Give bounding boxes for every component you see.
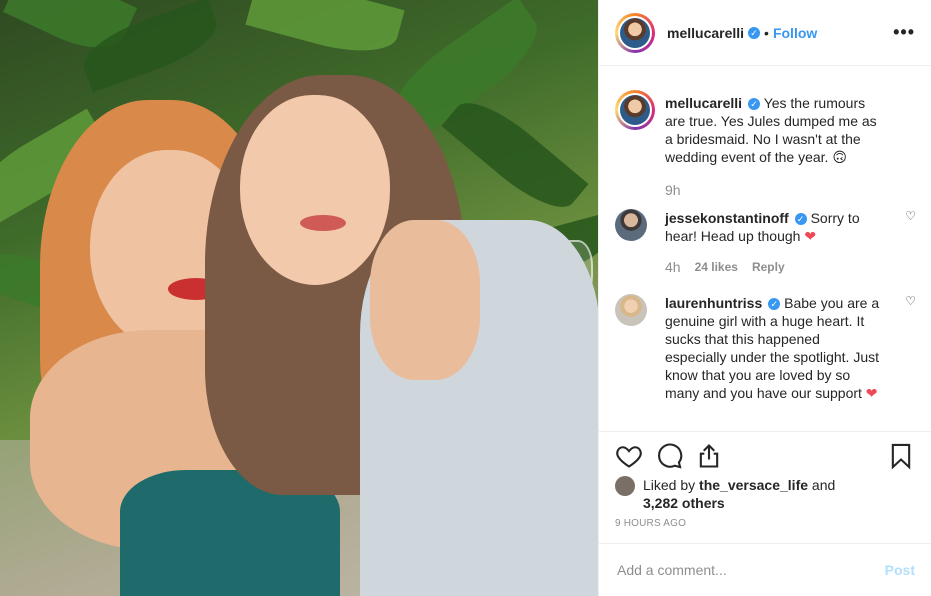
verified-badge-icon: ✓: [748, 26, 761, 39]
comment-username[interactable]: laurenhuntriss: [665, 295, 762, 311]
post-side-panel: mellucarelli ✓ • Follow ••• mellucarelli…: [598, 0, 931, 596]
caption-username[interactable]: mellucarelli: [665, 95, 742, 111]
heart-icon[interactable]: [615, 442, 643, 470]
liked-by-others[interactable]: 3,282 others: [643, 495, 725, 511]
reply-button[interactable]: Reply: [752, 258, 785, 276]
post-header: mellucarelli ✓ • Follow •••: [599, 0, 931, 66]
share-icon[interactable]: [695, 442, 723, 470]
liked-by-user[interactable]: the_versace_life: [699, 477, 808, 493]
liker-avatar[interactable]: [615, 476, 635, 496]
liked-by-prefix: Liked by: [643, 477, 696, 493]
more-options-icon[interactable]: •••: [893, 22, 915, 43]
likes-summary: Liked by the_versace_life and 3,282 othe…: [615, 476, 915, 512]
like-comment-heart-icon[interactable]: ♡: [905, 209, 916, 223]
caption-avatar[interactable]: [615, 90, 655, 130]
verified-badge-icon: ✓: [794, 213, 807, 225]
comment-item: laurenhuntriss ✓ Babe you are a genuine g…: [615, 294, 916, 402]
comment-avatar[interactable]: [615, 209, 647, 241]
author-username[interactable]: mellucarelli: [667, 25, 744, 41]
comment-time[interactable]: 4h: [665, 258, 681, 276]
liked-by-and: and: [811, 477, 836, 493]
comment-icon[interactable]: [655, 442, 683, 470]
comment-likes[interactable]: 24 likes: [695, 258, 738, 276]
add-comment-bar: Post: [599, 543, 931, 596]
comment-avatar[interactable]: [615, 294, 647, 326]
red-heart-emoji: ❤: [804, 228, 817, 244]
post-photo[interactable]: [0, 0, 598, 596]
comment-username[interactable]: jessekonstantinoff: [665, 210, 789, 226]
verified-badge-icon: ✓: [768, 298, 781, 310]
post-comment-button[interactable]: Post: [885, 562, 915, 578]
caption-time[interactable]: 9h: [665, 181, 681, 199]
action-icons: [615, 432, 915, 480]
post-actions: Liked by the_versace_life and 3,282 othe…: [599, 431, 931, 543]
bookmark-icon[interactable]: [887, 442, 915, 470]
comment-input[interactable]: [615, 561, 885, 579]
follow-button[interactable]: Follow: [773, 25, 817, 41]
verified-badge-icon: ✓: [748, 98, 761, 110]
caption: mellucarelli ✓ Yes the rumours are true. …: [615, 90, 915, 199]
instagram-post: mellucarelli ✓ • Follow ••• mellucarelli…: [0, 0, 931, 596]
like-comment-heart-icon[interactable]: ♡: [905, 294, 916, 308]
comment-item: jessekonstantinoff ✓ Sorry to hear! Head …: [615, 209, 916, 276]
comments-list[interactable]: mellucarelli ✓ Yes the rumours are true. …: [599, 66, 931, 431]
post-timestamp[interactable]: 9 HOURS AGO: [615, 518, 915, 529]
author-avatar[interactable]: [615, 12, 655, 53]
red-heart-emoji: ❤: [865, 385, 878, 401]
separator-dot: •: [764, 24, 769, 41]
